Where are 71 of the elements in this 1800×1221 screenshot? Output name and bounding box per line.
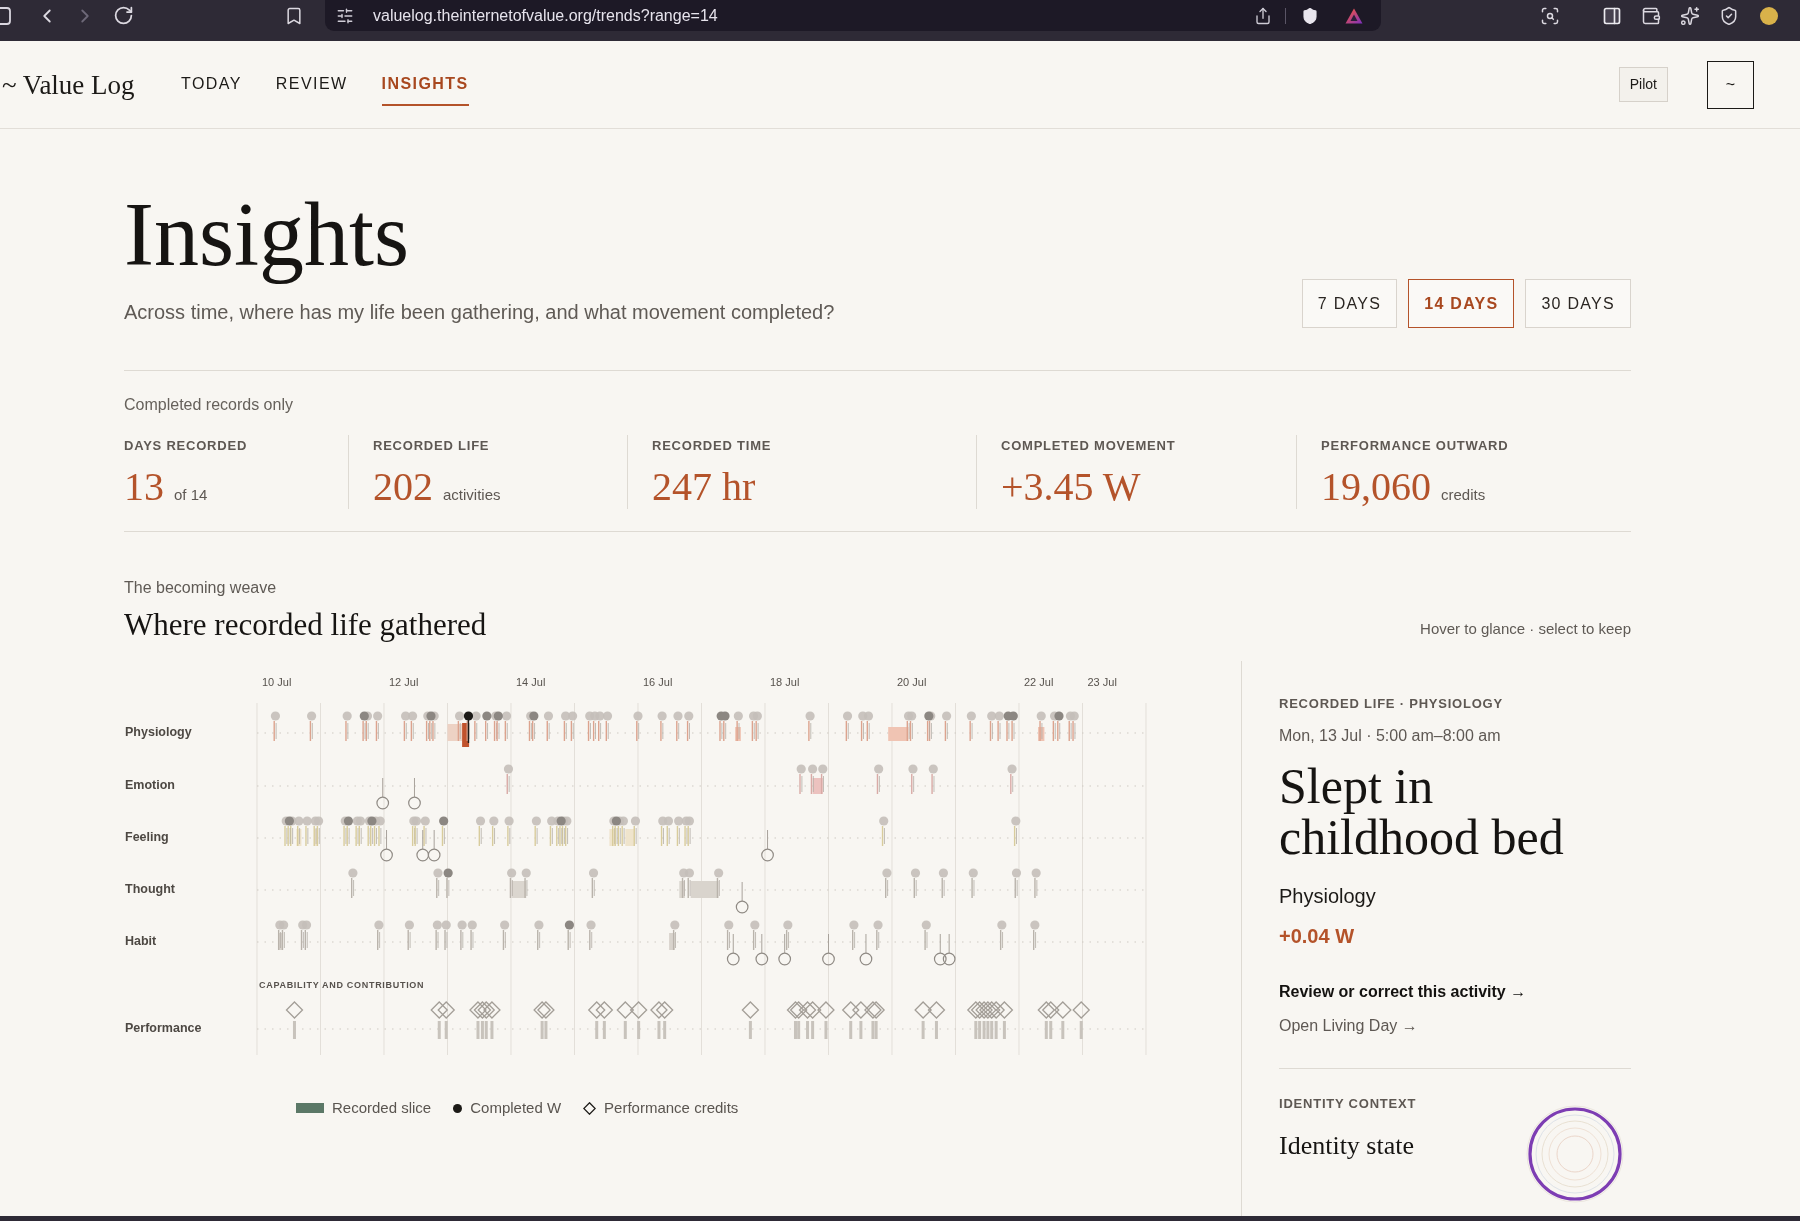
section-title: Where recorded life gathered: [124, 607, 487, 643]
nav-tab[interactable]: INSIGHTS: [381, 63, 469, 106]
section-label: CAPABILITY AND CONTRIBUTION: [259, 980, 425, 991]
share-icon[interactable]: [1254, 6, 1272, 25]
row-label: Thought: [125, 882, 175, 897]
row-label: Habit: [125, 934, 157, 949]
stat-label: DAYS RECORDED: [124, 438, 249, 454]
settings-icon[interactable]: [336, 6, 354, 25]
stat-label: RECORDED TIME: [652, 438, 773, 454]
wallet-icon[interactable]: [1641, 5, 1661, 26]
stat-value: 202: [373, 465, 433, 509]
section-eyebrow: The becoming weave: [124, 578, 278, 598]
row-label: Emotion: [125, 778, 175, 793]
range-button[interactable]: 14 DAYS: [1408, 279, 1515, 328]
detail-eyebrow: RECORDED LIFE · PHYSIOLOGY: [1279, 695, 1504, 713]
detail-link[interactable]: Review or correct this activity →: [1279, 982, 1527, 1002]
bookmark-icon[interactable]: [284, 5, 304, 26]
row-label: Performance: [125, 1021, 202, 1036]
shield-icon[interactable]: [1719, 5, 1739, 26]
detail-title: Slept in childhood bed: [1279, 761, 1565, 863]
sparkle-icon[interactable]: [1680, 5, 1700, 26]
nav-tab[interactable]: TODAY: [181, 63, 242, 106]
range-button[interactable]: 7 DAYS: [1301, 279, 1398, 328]
date-label: 16 Jul: [643, 675, 673, 688]
row-label: Physiology: [125, 725, 192, 740]
hint-text: Hover to glance · select to keep: [1420, 619, 1631, 639]
stat-value: +3.45 W: [1001, 465, 1141, 509]
shield-icon[interactable]: [1301, 6, 1319, 25]
date-label: 14 Jul: [516, 675, 546, 688]
pilot-button[interactable]: Pilot: [1618, 67, 1668, 102]
diamond-icon: [583, 1101, 597, 1115]
date-label: 23 Jul: [1087, 675, 1117, 688]
legend-label: Completed W: [470, 1098, 562, 1118]
search-icon[interactable]: [1540, 5, 1560, 26]
menu-button[interactable]: ~: [1707, 60, 1754, 109]
date-label: 10 Jul: [262, 675, 292, 688]
date-label: 20 Jul: [897, 675, 927, 688]
stat-value: 247 hr: [652, 465, 756, 509]
ring-icon: [1526, 1105, 1624, 1203]
logo-text[interactable]: ~ Value Log: [2, 68, 142, 101]
detail-time: Mon, 13 Jul · 5:00 am–8:00 am: [1279, 726, 1502, 746]
swatch-icon: [296, 1103, 324, 1113]
stat-value: 13: [124, 465, 164, 509]
stat-unit: activities: [443, 485, 501, 505]
stat-label: PERFORMANCE OUTWARD: [1321, 438, 1510, 454]
date-label: 22 Jul: [1024, 675, 1054, 688]
date-label: 12 Jul: [389, 675, 419, 688]
detail-link[interactable]: Open Living Day →: [1279, 1016, 1418, 1036]
sidebar-icon[interactable]: [1602, 5, 1622, 26]
row-label: Feeling: [125, 830, 169, 845]
stat-value: 19,060: [1321, 465, 1431, 509]
url-text: valuelog.theinternetofvalue.org/trends?range=14: [373, 5, 718, 26]
nav-tab[interactable]: REVIEW: [275, 63, 348, 106]
stat-unit: credits: [1441, 485, 1486, 505]
reload-icon[interactable]: [113, 5, 134, 26]
identity-title: Identity state: [1279, 1131, 1415, 1161]
stats-caption: Completed records only: [124, 395, 294, 415]
range-button[interactable]: 30 DAYS: [1525, 279, 1631, 328]
triangle-icon[interactable]: [1345, 7, 1363, 24]
legend-label: Performance credits: [604, 1098, 739, 1118]
stat-label: RECORDED LIFE: [373, 438, 491, 454]
date-label: 18 Jul: [770, 675, 800, 688]
stat-unit: of 14: [174, 485, 208, 505]
address-bar[interactable]: valuelog.theinternetofvalue.org/trends?range=14: [325, 0, 1381, 31]
identity-eyebrow: IDENTITY CONTEXT: [1279, 1095, 1417, 1113]
detail-movement: +0.04 W: [1279, 924, 1356, 948]
detail-category: Physiology: [1279, 884, 1377, 908]
stat-label: COMPLETED MOVEMENT: [1001, 438, 1177, 454]
legend-label: Recorded slice: [332, 1098, 432, 1118]
page-subtitle: Across time, where has my life been gathering, and what movement completed?: [124, 300, 835, 325]
avatar-icon[interactable]: [1760, 6, 1778, 25]
